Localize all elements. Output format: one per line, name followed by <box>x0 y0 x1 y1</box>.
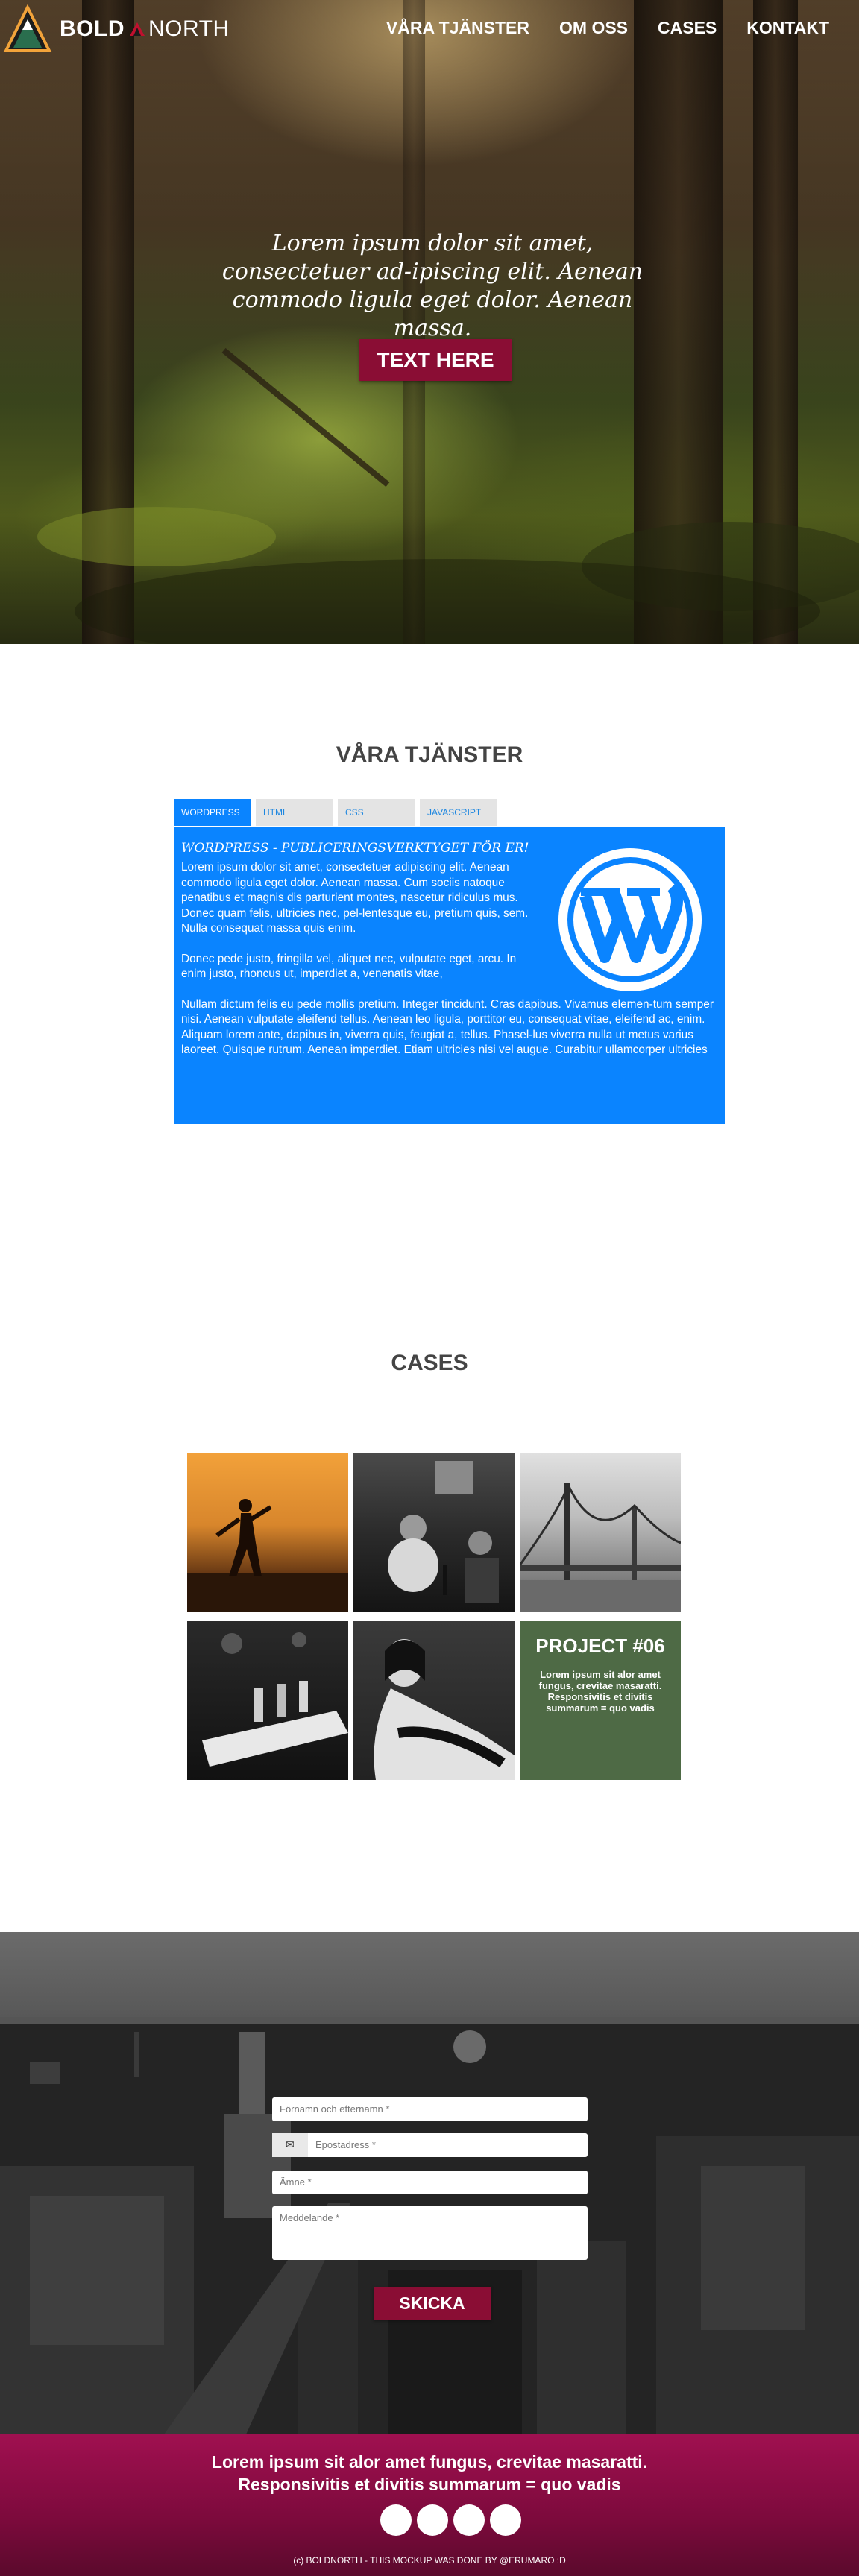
hero-cta-button[interactable]: TEXT HERE <box>359 339 512 381</box>
nav-item-services[interactable]: VÅRA TJÄNSTER <box>386 18 529 38</box>
nav-item-cases[interactable]: CASES <box>658 18 717 38</box>
brand-triangle-icon <box>130 22 145 36</box>
project-title: PROJECT #06 <box>535 1635 665 1657</box>
case-tile[interactable] <box>520 1453 681 1612</box>
contact-section: Förnamn och efternamn * ✉ Epostadress * … <box>0 1932 859 2434</box>
hero-text: Lorem ipsum dolor sit amet, consectetuer… <box>221 230 644 341</box>
nav-item-about[interactable]: OM OSS <box>559 18 628 38</box>
social-icon[interactable] <box>380 2504 412 2536</box>
hero-section: BOLD NORTH VÅRA TJÄNSTER OM OSS CASES KO… <box>0 0 859 644</box>
email-placeholder: Epostadress * <box>315 2139 376 2150</box>
cases-grid: PROJECT #06 Lorem ipsum sit alor amet fu… <box>187 1453 682 1781</box>
subject-field[interactable]: Ämne * <box>272 2171 588 2194</box>
send-button[interactable]: SKICKA <box>374 2287 491 2320</box>
brand-name-bold: BOLD <box>60 16 125 41</box>
tab-html[interactable]: HTML <box>256 799 333 826</box>
tab-javascript[interactable]: JAVASCRIPT <box>420 799 497 826</box>
message-field[interactable]: Meddelande * <box>272 2206 588 2260</box>
case-image <box>388 1461 499 1603</box>
services-title: VÅRA TJÄNSTER <box>336 742 523 767</box>
services-tabs: WORDPRESS HTML CSS JAVASCRIPT <box>174 799 502 826</box>
project-description: Lorem ipsum sit alor amet fungus, crevit… <box>538 1669 662 1714</box>
case-tile[interactable] <box>187 1621 348 1780</box>
case-tile[interactable] <box>353 1453 515 1612</box>
footer-tagline: Lorem ipsum sit alor amet fungus, crevit… <box>0 2451 859 2496</box>
mail-icon: ✉ <box>272 2133 308 2157</box>
mountain-logo-icon <box>3 4 52 52</box>
footer: Lorem ipsum sit alor amet fungus, crevit… <box>0 2434 859 2576</box>
wordpress-logo-icon <box>558 848 702 991</box>
footer-line-1: Lorem ipsum sit alor amet fungus, crevit… <box>211 2452 648 2472</box>
case-image <box>202 1632 348 1767</box>
navbar: BOLD NORTH VÅRA TJÄNSTER OM OSS CASES KO… <box>0 0 859 60</box>
social-icon[interactable] <box>417 2504 448 2536</box>
social-icon[interactable] <box>490 2504 521 2536</box>
tab-css[interactable]: CSS <box>338 799 415 826</box>
social-links <box>380 2504 521 2536</box>
panel-paragraph: Nullam dictum felis eu pede mollis preti… <box>181 997 714 1057</box>
email-field[interactable]: ✉ Epostadress * <box>272 2133 588 2157</box>
brand-name-light: NORTH <box>148 16 230 41</box>
tab-wordpress[interactable]: WORDPRESS <box>174 799 251 826</box>
case-tile-project[interactable]: PROJECT #06 Lorem ipsum sit alor amet fu… <box>520 1621 681 1780</box>
case-image <box>374 1639 515 1780</box>
case-tile[interactable] <box>353 1621 515 1780</box>
nav-item-contact[interactable]: KONTAKT <box>746 18 829 38</box>
cases-title: CASES <box>391 1351 468 1375</box>
panel-paragraph: Lorem ipsum dolor sit amet, consectetuer… <box>181 861 529 935</box>
social-icon[interactable] <box>453 2504 485 2536</box>
case-image <box>520 1483 681 1612</box>
name-field[interactable]: Förnamn och efternamn * <box>272 2097 588 2121</box>
footer-line-2: Responsivitis et divitis summarum = quo … <box>238 2475 621 2494</box>
main-menu: VÅRA TJÄNSTER OM OSS CASES KONTAKT <box>386 18 829 38</box>
services-tab-panel: WORDPRESS - PUBLICERINGSVERKTYGET FÖR ER… <box>174 827 725 1124</box>
case-tile[interactable] <box>187 1453 348 1612</box>
panel-paragraph: Donec pede justo, fringilla vel, aliquet… <box>181 952 517 981</box>
case-image <box>187 1499 348 1612</box>
footer-credit: (c) BOLDNORTH - THIS MOCKUP WAS DONE BY … <box>293 2555 566 2566</box>
brand-logo[interactable]: BOLD NORTH <box>3 4 230 54</box>
